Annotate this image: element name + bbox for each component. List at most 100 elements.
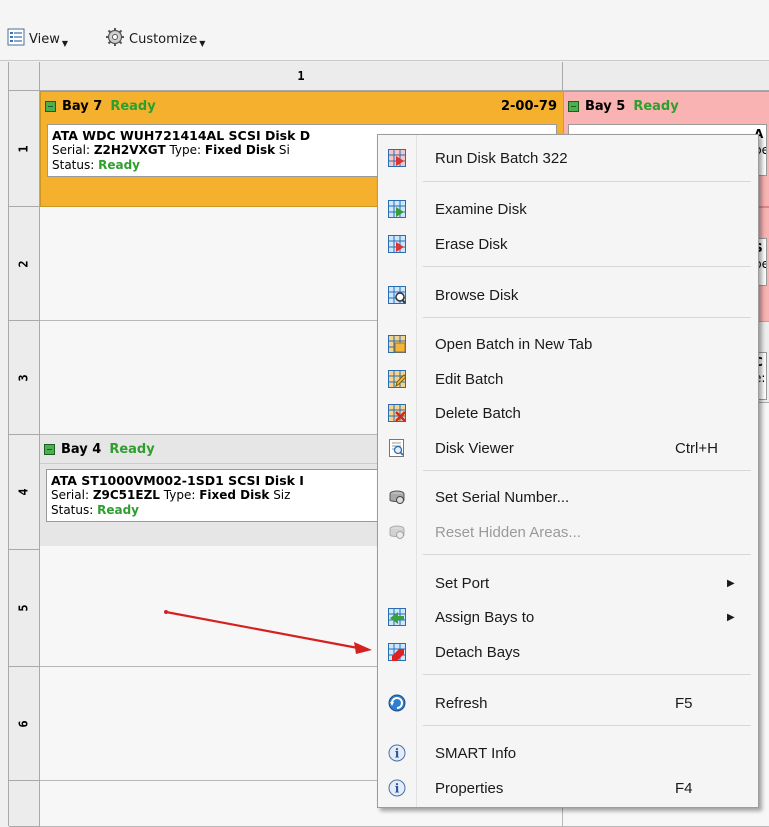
info-icon: i <box>388 744 406 762</box>
row-header-7 <box>9 781 40 827</box>
annotation-arrow <box>164 610 372 654</box>
submenu-arrow-icon: ▶ <box>727 611 735 623</box>
menu-item-browse-disk[interactable]: Browse Disk <box>378 280 758 310</box>
menu-item-assign-bays-to[interactable]: Assign Bays to ▶ <box>378 602 758 632</box>
menu-item-label: Detach Bays <box>435 643 521 661</box>
submenu-arrow-icon: ▶ <box>727 577 735 589</box>
menu-item-refresh[interactable]: Refresh F5 <box>378 688 758 718</box>
row-header-label: 3 <box>16 373 31 382</box>
bay-header: Bay 7 Ready 2-00-79 <box>41 92 563 120</box>
erase-disk-icon <box>388 235 406 253</box>
menu-item-label: Disk Viewer <box>435 439 514 457</box>
menu-item-detach-bays[interactable]: Detach Bays <box>378 637 758 667</box>
menu-item-delete-batch[interactable]: Delete Batch <box>378 398 758 428</box>
refresh-icon <box>388 694 406 712</box>
row-header-label: 1 <box>16 144 31 153</box>
corner-header <box>9 62 40 91</box>
menu-item-label: Properties <box>435 779 504 797</box>
menu-item-label: Examine Disk <box>435 200 527 218</box>
menu-item-run-disk-batch[interactable]: Run Disk Batch 322 <box>378 143 758 173</box>
bay-status: Ready <box>110 98 156 114</box>
reset-hidden-icon <box>388 523 406 541</box>
column-header-1[interactable]: 1 <box>40 62 563 91</box>
menu-item-shortcut: F5 <box>675 694 693 712</box>
menu-separator <box>423 554 751 555</box>
view-list-icon <box>7 28 25 50</box>
menu-item-set-serial-number[interactable]: Set Serial Number... <box>378 482 758 512</box>
status-label: Status: <box>52 158 95 172</box>
status-value: Ready <box>97 503 139 517</box>
bay-name: Bay 4 <box>61 441 102 457</box>
open-batch-icon <box>388 335 406 353</box>
menu-item-smart-info[interactable]: i SMART Info <box>378 738 758 768</box>
info-icon: i <box>388 779 406 797</box>
menu-separator <box>423 181 751 182</box>
menu-item-label: Browse Disk <box>435 286 519 304</box>
menu-separator <box>423 725 751 726</box>
customize-button[interactable]: Customize ▼ <box>105 28 205 50</box>
menu-item-edit-batch[interactable]: Edit Batch <box>378 364 758 394</box>
menu-item-label: Edit Batch <box>435 370 504 388</box>
column-header-2[interactable] <box>563 62 769 91</box>
serial-label: Serial: <box>52 143 90 157</box>
examine-disk-icon <box>388 200 406 218</box>
dropdown-arrow-icon: ▼ <box>61 38 69 48</box>
menu-item-shortcut: F4 <box>675 779 693 797</box>
dropdown-arrow-icon: ▼ <box>199 38 206 48</box>
bay-status-icon <box>44 443 55 455</box>
size-label: Siz <box>273 488 291 502</box>
bay-status-icon <box>568 100 579 112</box>
menu-item-erase-disk[interactable]: Erase Disk <box>378 229 758 259</box>
menu-item-label: SMART Info <box>435 744 517 762</box>
context-menu: Run Disk Batch 322 Examine Disk Erase Di… <box>377 134 759 808</box>
bay-header: Bay 5 Ready <box>564 92 769 120</box>
menu-item-reset-hidden-areas: Reset Hidden Areas... <box>378 517 758 547</box>
row-header-label: 5 <box>16 604 31 612</box>
menu-item-disk-viewer[interactable]: Disk Viewer Ctrl+H <box>378 433 758 463</box>
row-header-label: 4 <box>16 488 31 496</box>
svg-text:i: i <box>395 747 400 761</box>
view-button[interactable]: View ▼ <box>7 28 68 50</box>
column-header-label: 1 <box>297 69 305 83</box>
menu-item-label: Set Serial Number... <box>435 488 570 506</box>
row-header-label: 2 <box>16 259 31 268</box>
menu-item-label: Delete Batch <box>435 404 521 422</box>
toolbar: View ▼ Customize ▼ <box>0 0 769 61</box>
type-label: Type: <box>169 143 202 157</box>
bay-status: Ready <box>109 441 155 457</box>
browse-disk-icon <box>388 286 406 304</box>
svg-text:i: i <box>395 782 400 796</box>
assign-bays-icon <box>388 608 406 626</box>
serial-value: Z9C51EZL <box>92 488 160 502</box>
type-value: Fixed Disk <box>199 488 270 502</box>
row-header-1[interactable]: 1 <box>9 91 40 207</box>
detach-bays-icon <box>388 643 406 661</box>
row-header-6[interactable]: 6 <box>9 667 40 781</box>
menu-item-label: Run Disk Batch 322 <box>435 149 568 167</box>
bay-name: Bay 5 <box>585 98 626 114</box>
bay-name: Bay 7 <box>62 98 103 114</box>
menu-separator <box>423 674 751 675</box>
menu-item-label: Erase Disk <box>435 235 508 253</box>
row-header-2[interactable]: 2 <box>9 207 40 321</box>
view-button-label: View <box>29 31 60 47</box>
menu-item-open-batch-new-tab[interactable]: Open Batch in New Tab <box>378 329 758 359</box>
menu-separator <box>423 266 751 267</box>
menu-item-set-port[interactable]: Set Port ▶ <box>378 568 758 598</box>
menu-item-examine-disk[interactable]: Examine Disk <box>378 194 758 224</box>
bay-code: 2-00-79 <box>500 99 557 114</box>
menu-item-properties[interactable]: i Properties F4 <box>378 773 758 803</box>
menu-item-label: Assign Bays to <box>435 608 535 626</box>
type-label: Type: <box>163 488 196 502</box>
serial-number-icon <box>388 488 406 506</box>
size-label: Si <box>278 143 290 157</box>
status-label: Status: <box>51 503 94 517</box>
serial-label: Serial: <box>51 488 89 502</box>
menu-item-shortcut: Ctrl+H <box>675 439 718 457</box>
row-header-5[interactable]: 5 <box>9 550 40 667</box>
type-value: Fixed Disk <box>204 143 276 157</box>
row-header-3[interactable]: 3 <box>9 321 40 435</box>
row-header-4[interactable]: 4 <box>9 435 40 550</box>
edit-batch-icon <box>388 370 407 388</box>
disk-viewer-icon <box>388 439 406 457</box>
